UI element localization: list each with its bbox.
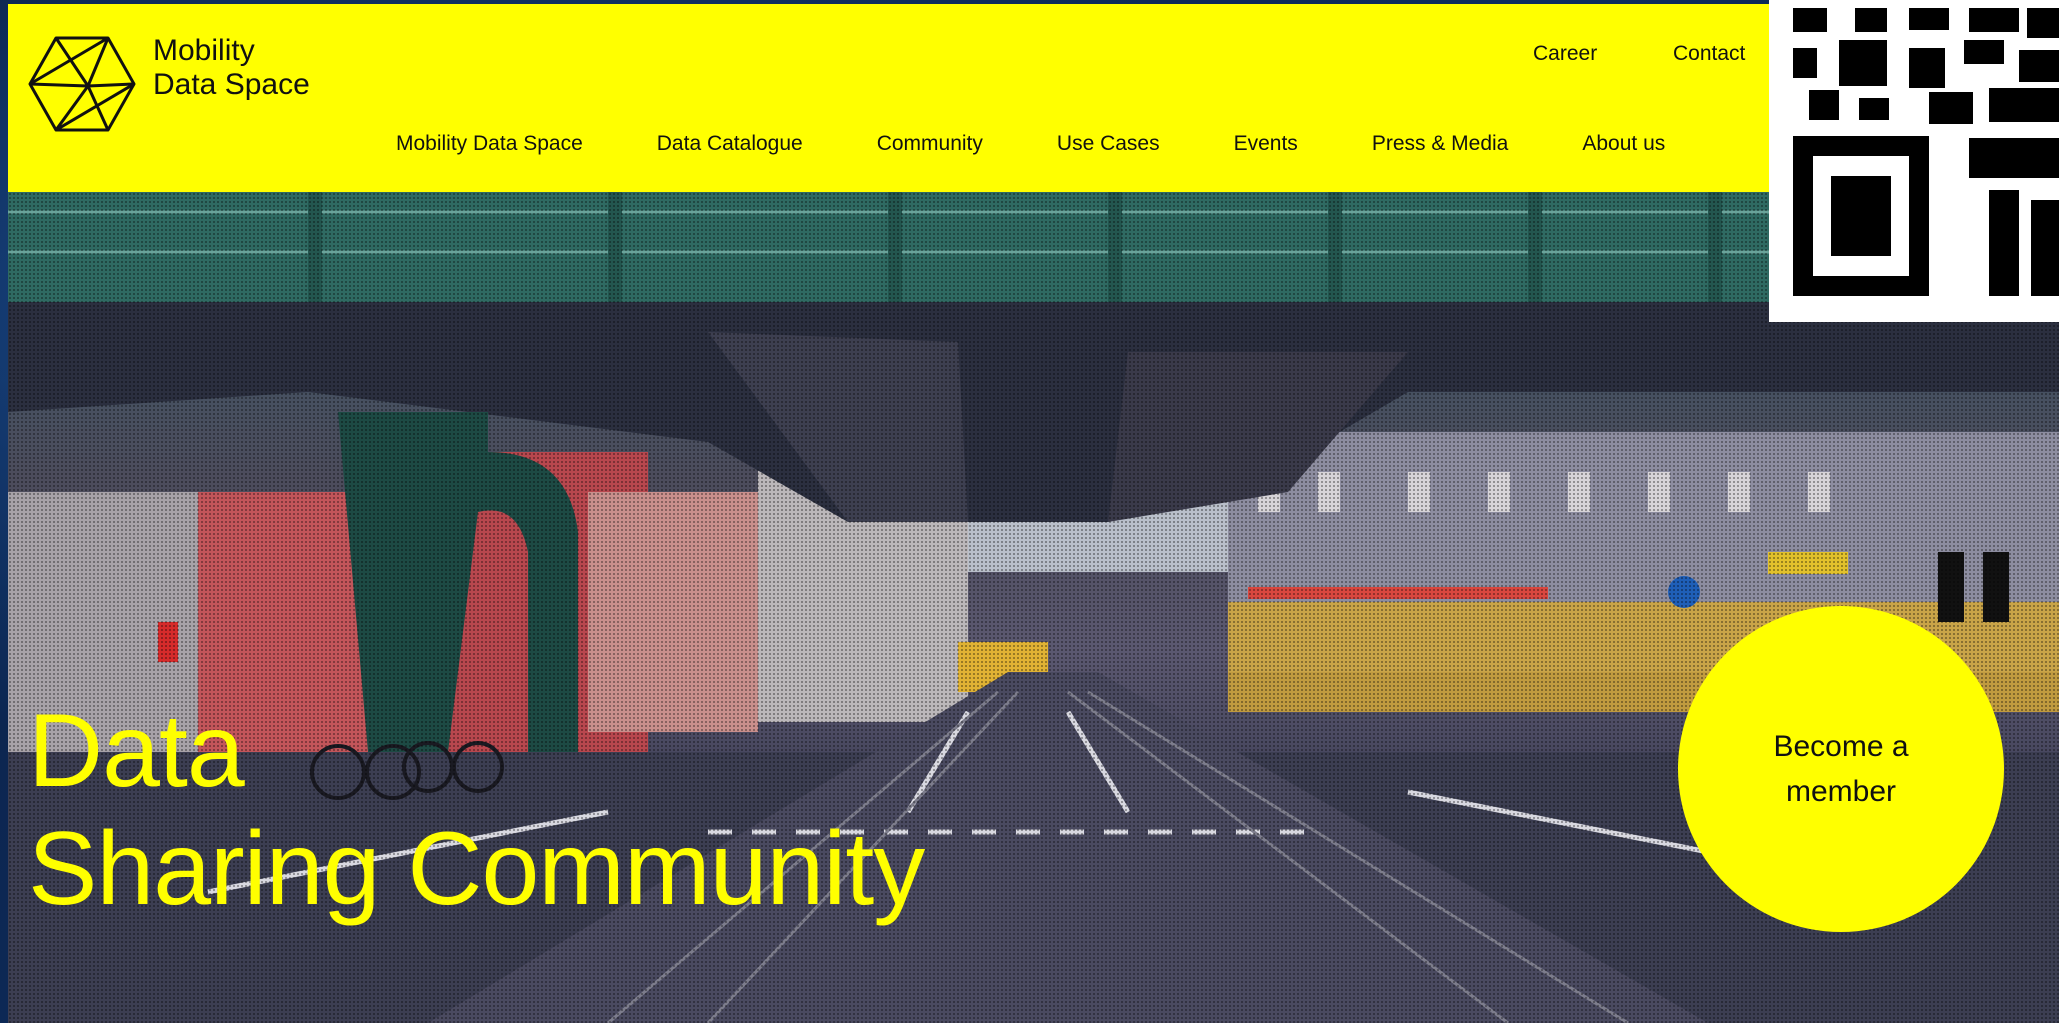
qr-code-icon <box>1769 0 2059 322</box>
main-navigation: Mobility Data Space Data Catalogue Commu… <box>396 132 1665 156</box>
polyhedron-logo-icon[interactable] <box>28 34 136 134</box>
hero-title: Data Sharing Community <box>28 692 925 928</box>
nav-item-use-cases[interactable]: Use Cases <box>1057 132 1160 156</box>
become-member-label: Become a member <box>1773 730 1909 808</box>
nav-item-press-media[interactable]: Press & Media <box>1372 132 1509 156</box>
brand-line-2: Data Space <box>153 68 310 101</box>
nav-item-community[interactable]: Community <box>877 132 983 156</box>
nav-item-mobility-data-space[interactable]: Mobility Data Space <box>396 132 583 156</box>
brand-line-1: Mobility <box>153 34 255 67</box>
become-member-button[interactable]: Become a member <box>1678 606 2004 932</box>
site-header: Mobility Data Space Career Contact Mobil… <box>8 4 1770 192</box>
nav-contact-link[interactable]: Contact <box>1673 42 1745 66</box>
nav-item-about-us[interactable]: About us <box>1582 132 1665 156</box>
brand-name[interactable]: Mobility Data Space <box>153 34 310 102</box>
nav-career-link[interactable]: Career <box>1533 42 1597 66</box>
hero-title-line-2: Sharing Community <box>28 811 925 927</box>
hero-section: Data Sharing Community Become a member <box>8 192 2059 1023</box>
web-page: Mobility Data Space Career Contact Mobil… <box>8 4 2059 1023</box>
hero-title-line-1: Data <box>28 693 245 809</box>
nav-item-events[interactable]: Events <box>1234 132 1298 156</box>
nav-item-data-catalogue[interactable]: Data Catalogue <box>657 132 803 156</box>
